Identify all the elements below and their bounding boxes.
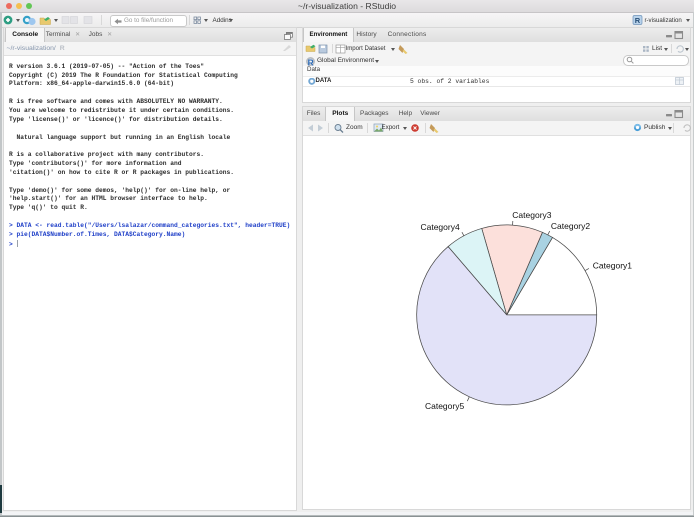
svg-text:Category1: Category1: [593, 260, 632, 270]
svg-text:Category5: Category5: [425, 401, 464, 411]
svg-text:Category3: Category3: [512, 210, 551, 220]
svg-text:R: R: [635, 16, 641, 25]
svg-text:Category4: Category4: [420, 222, 459, 232]
svg-text:Category2: Category2: [551, 221, 590, 231]
